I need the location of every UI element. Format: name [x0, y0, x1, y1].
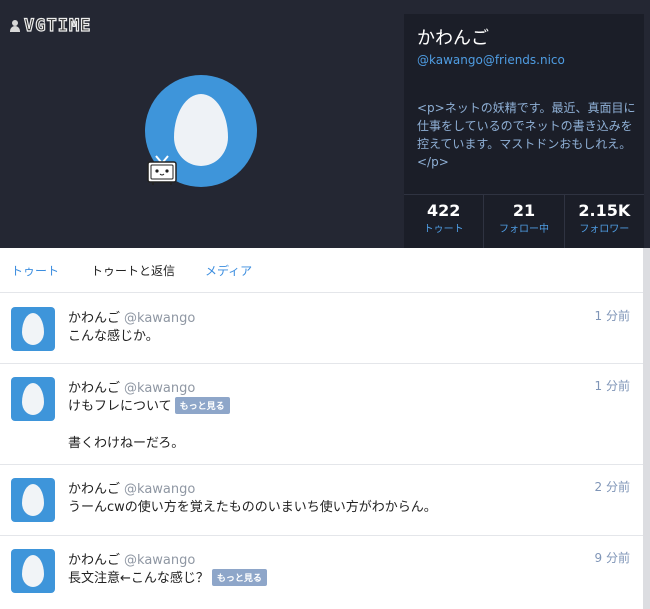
toot-timestamp[interactable]: 9 分前	[595, 549, 630, 566]
toot-avatar[interactable]	[11, 307, 55, 351]
toot-display-name: かわんご	[68, 553, 121, 568]
toot-handle: @kawango	[124, 553, 196, 568]
toot-avatar[interactable]	[11, 478, 55, 522]
stat-following[interactable]: 21 フォロー中	[484, 195, 565, 248]
profile-header: VGTIME かわんご @kawango@friends.nico <p>ネット…	[0, 0, 650, 248]
mastodon-profile-page: VGTIME かわんご @kawango@friends.nico <p>ネット…	[0, 0, 650, 609]
tab-toots[interactable]: トゥート	[11, 262, 59, 279]
toot-author[interactable]: かわんご @kawango	[68, 377, 195, 396]
toot-item[interactable]: かわんご @kawango 1 分前 けもフレについて もっと見る 書くわけねーだろ…	[0, 364, 643, 465]
toot-avatar[interactable]	[11, 377, 55, 421]
toot-content: こんな感じか。	[68, 329, 159, 344]
toot-display-name: かわんご	[68, 482, 121, 497]
stat-label: フォロワー	[579, 224, 630, 235]
profile-card: かわんご @kawango@friends.nico <p>ネットの妖精です。最…	[404, 14, 644, 248]
toot-feed: かわんご @kawango 1 分前 こんな感じか。 かわんご @kawango 1…	[0, 293, 643, 609]
profile-display-name: かわんご	[417, 28, 489, 49]
toot-handle: @kawango	[124, 381, 196, 396]
toot-timestamp[interactable]: 2 分前	[595, 478, 630, 495]
stat-toots[interactable]: 422 トゥート	[404, 195, 485, 248]
toot-item[interactable]: かわんご @kawango 2 分前 うーんcwの使い方を覚えたもののいまいち使い…	[0, 465, 643, 536]
tab-media[interactable]: メディア	[205, 262, 252, 279]
stat-value: 2.15K	[578, 201, 631, 220]
egg-icon	[22, 484, 44, 516]
scrollbar-track[interactable]	[643, 248, 650, 609]
toot-handle: @kawango	[124, 482, 196, 497]
tab-toots-and-replies[interactable]: トゥートと返信	[91, 262, 175, 279]
toot-author[interactable]: かわんご @kawango	[68, 307, 195, 326]
profile-tabs: トゥート トゥートと返信 メディア	[0, 248, 643, 293]
stat-value: 21	[512, 201, 536, 220]
toot-display-name: かわんご	[68, 381, 121, 396]
egg-icon	[22, 383, 44, 415]
profile-stats: 422 トゥート 21 フォロー中 2.15K フォロワー	[404, 194, 644, 248]
egg-icon	[22, 313, 44, 345]
toot-content: うーんcwの使い方を覚えたもののいまいち使い方がわからん。	[68, 500, 437, 515]
stat-followers[interactable]: 2.15K フォロワー	[565, 195, 644, 248]
toot-timestamp[interactable]: 1 分前	[595, 307, 630, 324]
watermark-text: VGTIME	[23, 15, 92, 36]
toot-timestamp[interactable]: 1 分前	[595, 377, 630, 394]
watermark-logo: VGTIME	[10, 15, 92, 37]
toot-spoiler-text: 長文注意←こんな感じ？	[68, 571, 209, 586]
show-more-button[interactable]: もっと見る	[211, 569, 267, 586]
toot-item[interactable]: かわんご @kawango 1 分前 こんな感じか。	[0, 293, 643, 364]
toot-content-warning: 長文注意←こんな感じ？ もっと見る	[68, 567, 267, 586]
egg-icon	[22, 555, 44, 587]
toot-display-name: かわんご	[68, 311, 121, 326]
egg-icon	[174, 94, 228, 166]
show-more-button[interactable]: もっと見る	[174, 397, 230, 414]
toot-content-warning: けもフレについて もっと見る	[68, 395, 230, 414]
niconico-tv-icon	[147, 155, 177, 185]
toot-handle: @kawango	[124, 311, 196, 326]
stat-label: トゥート	[423, 224, 464, 235]
toot-content: 書くわけねーだろ。	[68, 436, 185, 451]
profile-bio: <p>ネットの妖精です。最近、真面目に仕事をしているのでネットの書き込みを控えて…	[417, 101, 636, 169]
toot-author[interactable]: かわんご @kawango	[68, 549, 195, 568]
person-icon	[10, 20, 20, 32]
toot-spoiler-text: けもフレについて	[68, 399, 172, 414]
toot-item[interactable]: かわんご @kawango 9 分前 長文注意←こんな感じ？ もっと見る	[0, 536, 643, 609]
toot-avatar[interactable]	[11, 549, 55, 593]
profile-handle-link[interactable]: @kawango@friends.nico	[417, 53, 565, 67]
stat-value: 422	[426, 201, 461, 220]
stat-label: フォロー中	[498, 224, 549, 235]
toot-author[interactable]: かわんご @kawango	[68, 478, 195, 497]
